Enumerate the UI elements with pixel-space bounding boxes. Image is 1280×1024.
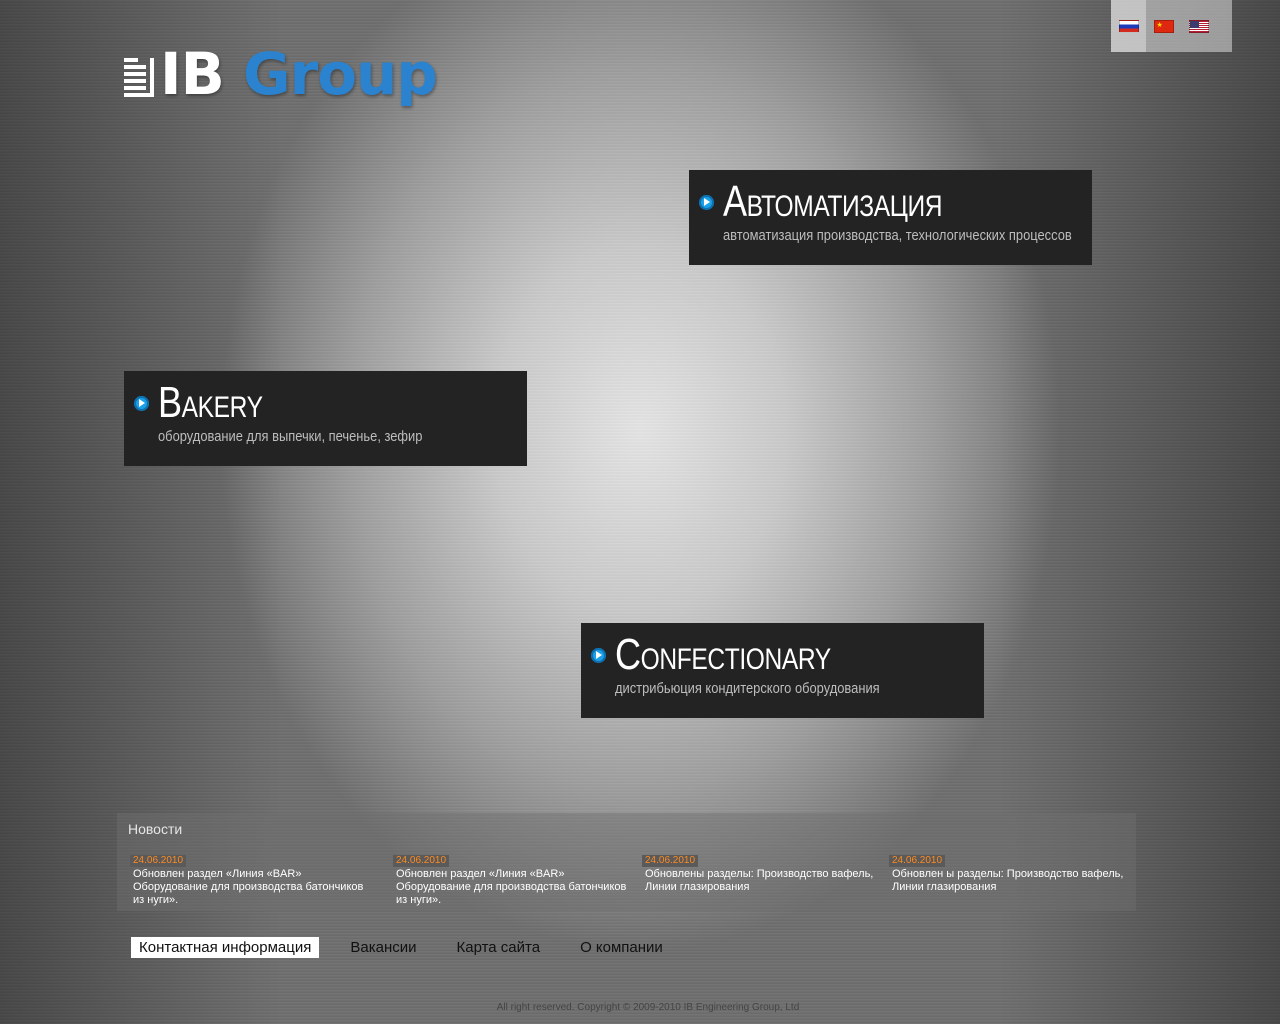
panel-confectionary[interactable]: Confectionary дистрибьюция кондитерского… [581,623,984,718]
news-item[interactable]: 24.06.2010 Обновлен раздел «Линия «BAR» … [393,848,628,907]
russian-flag-icon [1118,19,1139,33]
news-date: 24.06.2010 [889,855,946,867]
footer-link-about[interactable]: О компании [572,937,671,958]
panel-title-rest: akery [181,391,263,424]
news-item[interactable]: 24.06.2010 Обновлены разделы: Производст… [642,848,877,894]
panel-title: Confectionary [615,633,831,677]
panel-title-cap: C [615,630,641,679]
chinese-flag-icon [1153,19,1174,33]
logo-group: Group [243,40,438,108]
panel-title-rest: onfectionary [640,643,831,676]
footer-nav: Контактная информация Вакансии Карта сай… [131,937,671,958]
panel-subtitle: автоматизация производства, технологичес… [723,227,1072,244]
news-date: 24.06.2010 [393,855,450,867]
us-flag-icon [1188,19,1209,33]
footer-link-contacts[interactable]: Контактная информация [131,937,320,958]
news-date: 24.06.2010 [130,855,187,867]
language-ru[interactable] [1111,0,1146,52]
play-arrow-icon [591,648,606,663]
news-item[interactable]: 24.06.2010 Обновлен раздел «Линия «BAR» … [130,848,365,907]
news-date: 24.06.2010 [642,855,699,867]
language-switcher [1111,0,1232,52]
panel-automation[interactable]: Автоматизация автоматизация производства… [689,170,1092,265]
news-text: Обновлен раздел «Линия «BAR» Оборудовани… [396,868,627,906]
news-title: Новости [128,821,183,837]
footer-link-sitemap[interactable]: Карта сайта [449,937,549,958]
news-item[interactable]: 24.06.2010 Обновлен ы разделы: Производс… [889,848,1124,894]
logo-text: IB Group [160,40,438,108]
panel-title-cap: А [723,177,747,226]
panel-title: Bakery [158,381,263,425]
footer-link-vacancies[interactable]: Вакансии [342,937,424,958]
news-text: Обновлен ы разделы: Производство вафель,… [892,868,1124,893]
copyright: All right reserved. Copyright © 2009-201… [496,1002,800,1013]
play-arrow-icon [699,195,714,210]
panel-title: Автоматизация [723,177,943,226]
language-en[interactable] [1181,0,1216,52]
language-cn[interactable] [1146,0,1181,52]
logo-ib: IB [160,40,225,108]
news-block: Новости 24.06.2010 Обновлен раздел «Лини… [117,813,1136,911]
site-logo[interactable]: IB Group [124,40,438,108]
logo-mark-icon [124,49,158,99]
play-arrow-icon [134,396,149,411]
panel-title-cap: B [158,378,182,427]
panel-subtitle: оборудование для выпечки, печенье, зефир [158,428,423,445]
panel-subtitle: дистрибьюция кондитерского оборудования [615,680,880,697]
news-text: Обновлен раздел «Линия «BAR» Оборудовани… [133,868,364,906]
news-text: Обновлены разделы: Производство вафель, … [645,868,874,893]
panel-title-rest: втоматизация [746,190,943,223]
panel-bakery[interactable]: Bakery оборудование для выпечки, печенье… [124,371,527,466]
